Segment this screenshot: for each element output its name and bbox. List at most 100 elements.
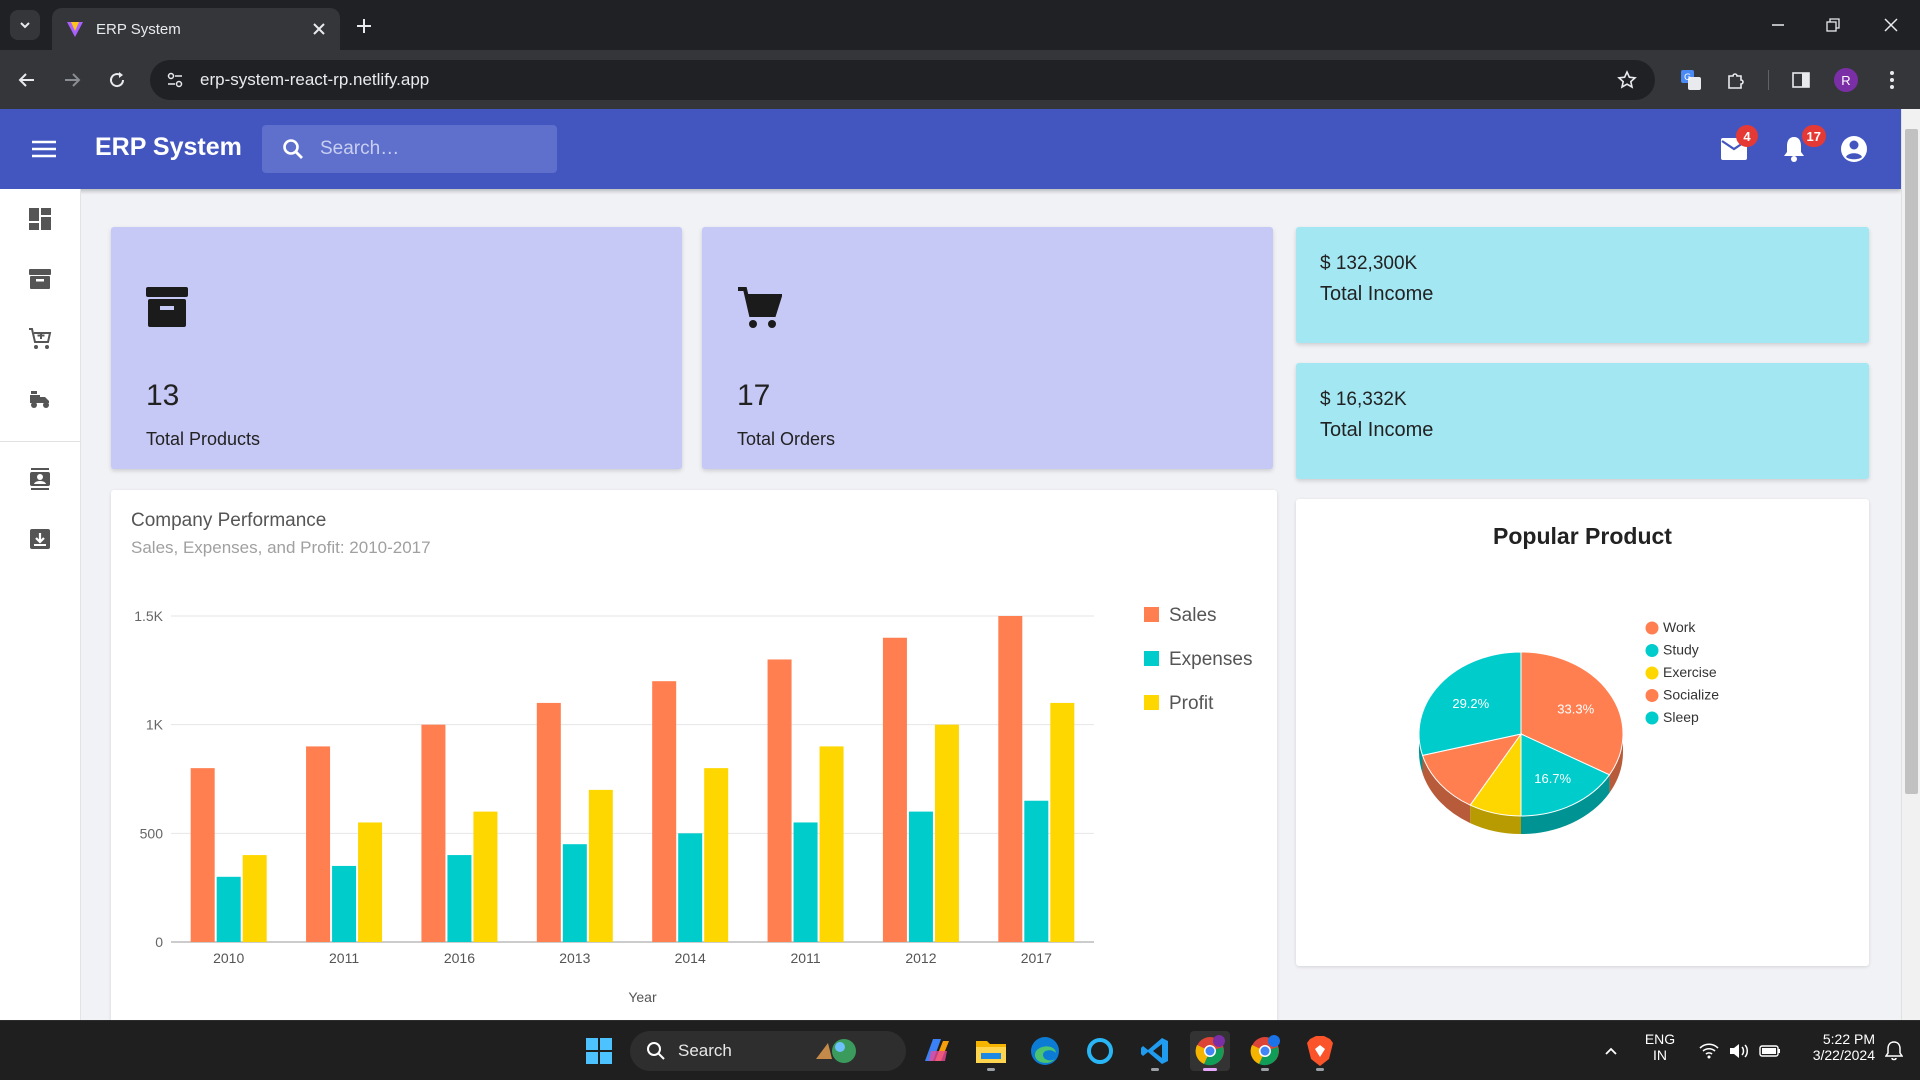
taskbar-app-file-explorer[interactable] [971, 1031, 1011, 1071]
extensions-button[interactable] [1720, 64, 1752, 96]
back-button[interactable] [11, 64, 43, 96]
total-income-card: $ 132,300K Total Income [1296, 227, 1869, 343]
chrome-menu-button[interactable] [1876, 64, 1908, 96]
chrome-profile-icon [1195, 1035, 1225, 1066]
new-tab-button[interactable] [350, 12, 378, 40]
restore-button[interactable] [1813, 10, 1853, 40]
clock[interactable]: 5:22 PM 3/22/2024 [1795, 1031, 1875, 1063]
popular-product-pie-chart: 33.3% 16.7% 29.2% Work Study Exercise Socializ… [1418, 619, 1719, 834]
account-button[interactable] [1836, 131, 1872, 167]
site-info-icon[interactable] [166, 71, 184, 89]
legend-swatch [1645, 666, 1659, 680]
legend-label: Expenses [1169, 649, 1252, 670]
battery-icon [1759, 1045, 1780, 1057]
scrollbar-thumb[interactable] [1905, 129, 1918, 794]
bar-expenses [678, 833, 703, 942]
show-hidden-icons-button[interactable] [1591, 1031, 1631, 1071]
sidebar-item-dashboard[interactable] [22, 201, 58, 237]
reload-button[interactable] [101, 64, 133, 96]
taskbar-app-brave[interactable] [1300, 1031, 1340, 1071]
sidebar-item-products[interactable] [22, 261, 58, 297]
legend-swatch [1144, 651, 1159, 666]
taskbar-search[interactable]: Search [630, 1031, 906, 1071]
bookmark-star-icon[interactable] [1617, 70, 1637, 90]
close-tab-icon[interactable] [312, 22, 326, 36]
tab-search-button[interactable] [10, 10, 40, 40]
sidebar-item-delivery[interactable] [22, 381, 58, 417]
search-box[interactable] [262, 125, 557, 173]
language-indicator[interactable]: ENG IN [1640, 1031, 1680, 1063]
x-tick-label: 2012 [905, 950, 936, 966]
y-tick-label: 500 [140, 825, 164, 841]
reload-icon [110, 72, 125, 88]
x-tick-label: 2016 [444, 950, 475, 966]
taskbar-app-edge[interactable] [1025, 1031, 1065, 1071]
sidebar-item-contacts[interactable] [22, 461, 58, 497]
address-bar[interactable]: erp-system-react-rp.netlify.app [150, 60, 1655, 100]
cart-icon [738, 287, 782, 328]
search-highlight-icon [815, 1039, 856, 1063]
close-window-button[interactable] [1871, 10, 1911, 40]
legend-swatch [1144, 607, 1159, 622]
sidebar-item-orders[interactable] [22, 321, 58, 357]
archive-icon [146, 287, 188, 327]
bar-profit [358, 822, 383, 942]
browser-toolbar: erp-system-react-rp.netlify.app G R [0, 50, 1920, 109]
notifications-button[interactable]: 17 [1776, 125, 1826, 167]
language-code: ENG [1644, 1031, 1676, 1047]
file-explorer-icon [976, 1041, 1006, 1063]
translate-button[interactable]: G [1675, 64, 1707, 96]
edge-icon [1031, 1037, 1059, 1065]
browser-tab[interactable]: ERP System [52, 8, 340, 50]
volume-icon [1730, 1044, 1748, 1058]
toolbar-divider [1768, 70, 1769, 90]
copilot-icon [925, 1039, 949, 1061]
add-cart-icon [29, 328, 52, 349]
puzzle-icon [1728, 73, 1744, 89]
restore-icon [1826, 18, 1840, 32]
bar-expenses [562, 844, 587, 942]
taskbar-app-chrome[interactable] [1245, 1031, 1285, 1071]
notification-center-button[interactable] [1874, 1031, 1914, 1071]
bar-sales [882, 637, 907, 942]
bar-profit [934, 724, 959, 942]
search-icon [283, 139, 303, 159]
mail-button[interactable]: 4 [1716, 125, 1758, 167]
chrome-icon [1250, 1035, 1280, 1066]
bar-profit [473, 811, 498, 942]
side-panel-button[interactable] [1785, 64, 1817, 96]
sidebar-item-downloads[interactable] [22, 521, 58, 557]
taskbar-app-copilot[interactable] [917, 1031, 957, 1071]
taskbar-app-chrome-profile[interactable] [1190, 1031, 1230, 1071]
x-tick-label: 2017 [1021, 950, 1052, 966]
bar-sales [421, 724, 446, 942]
region-code: IN [1653, 1047, 1667, 1063]
close-icon [1884, 18, 1898, 32]
legend-label: Socialize [1663, 687, 1719, 703]
tab-title: ERP System [96, 20, 181, 38]
arrow-left-icon [18, 73, 34, 87]
minimize-button[interactable] [1758, 10, 1798, 40]
income-amount: $ 132,300K [1320, 253, 1418, 274]
legend-label: Sleep [1663, 709, 1699, 725]
menu-button[interactable] [26, 133, 62, 165]
bar-sales [767, 659, 792, 942]
start-button[interactable] [579, 1031, 619, 1071]
profile-button[interactable]: R [1830, 64, 1862, 96]
bar-expenses [793, 822, 818, 942]
forward-button[interactable] [56, 64, 88, 96]
legend-label: Work [1663, 619, 1696, 635]
taskbar-app-cortana[interactable] [1080, 1031, 1120, 1071]
taskbar-app-vscode[interactable] [1135, 1031, 1175, 1071]
search-input[interactable] [320, 138, 540, 160]
wifi-icon [1699, 1043, 1719, 1059]
running-indicator [1261, 1068, 1269, 1071]
total-orders-value: 17 [737, 379, 771, 412]
active-indicator [1203, 1068, 1217, 1071]
app-bar: ERP System 4 17 [0, 109, 1901, 189]
url-text[interactable]: erp-system-react-rp.netlify.app [200, 70, 1617, 90]
total-products-card: 13 Total Products [111, 227, 682, 469]
performance-bar-chart: 0 500 1K 1.5K 2010 2011 2016 2013 2014 2011 2012 20… [134, 605, 1252, 1005]
page-scrollbar[interactable] [1901, 109, 1920, 1020]
network-volume-battery-button[interactable] [1690, 1031, 1790, 1071]
